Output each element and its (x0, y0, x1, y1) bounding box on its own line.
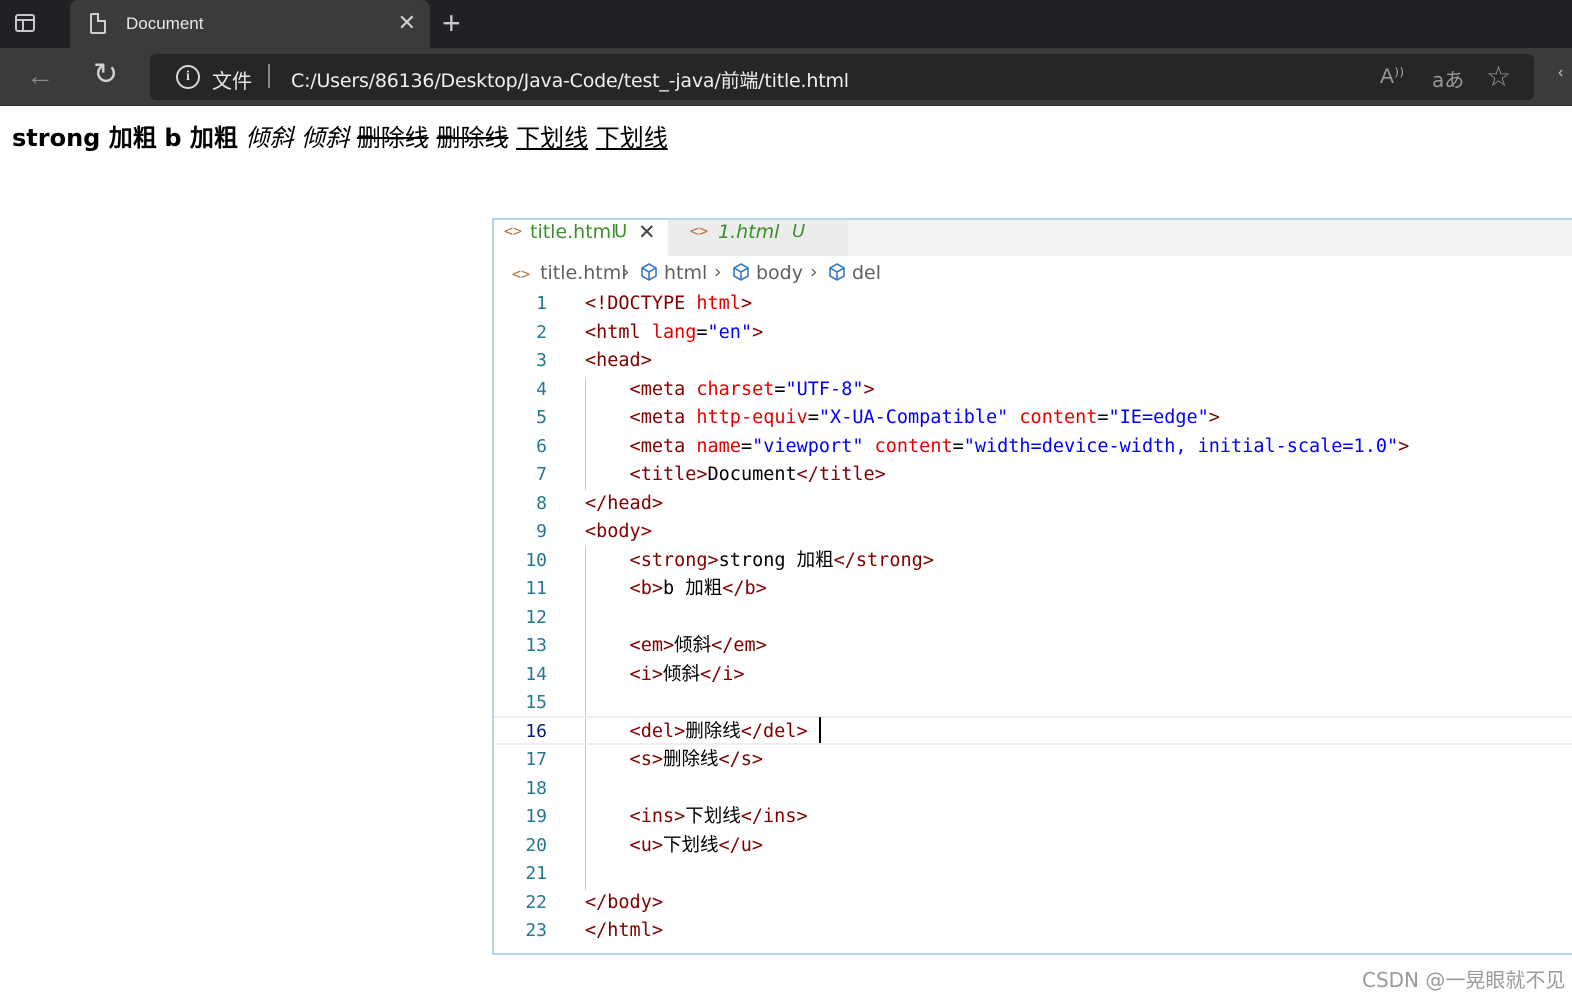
code-line: 4 <meta charset="UTF-8"> (536, 378, 875, 400)
back-arrow-icon[interactable]: ← (26, 62, 54, 90)
code-line: 12 (525, 606, 547, 628)
browser-tab-bar: Document ✕ + (0, 0, 1572, 48)
code-line: 5 <meta http-equiv="X-UA-Compatible" con… (536, 407, 1220, 428)
code-line: 20 <u>下划线</u> (525, 834, 764, 856)
breadcrumb-file[interactable]: <> title.html (512, 262, 627, 284)
browser-tab-document[interactable]: Document ✕ (70, 0, 430, 48)
code-line: 21 (525, 863, 547, 884)
rendered-i: 倾斜 (301, 124, 350, 152)
address-separator (268, 64, 270, 88)
breadcrumb: <> title.html › html › body › del (494, 256, 1572, 292)
code-line: 9 <body> (536, 521, 652, 542)
editor-tab-bar: <> title.html U ✕ <> 1.html U (494, 220, 1572, 256)
address-bar[interactable]: i 文件 C:/Users/86136/Desktop/Java-Code/te… (150, 54, 1534, 100)
breadcrumb-del[interactable]: del (828, 262, 881, 284)
file-scheme-label: 文件 (212, 69, 252, 93)
chevron-right-icon: › (714, 261, 722, 283)
breadcrumb-body[interactable]: body (732, 262, 803, 284)
text-cursor (819, 717, 821, 743)
read-aloud-icon[interactable]: A⁾⁾ (1380, 64, 1404, 89)
rendered-u: 下划线 (595, 124, 668, 152)
rendered-page-content: strong 加粗 b 加粗 倾斜 倾斜 删除线 删除线 下划线 下划线 (12, 118, 668, 153)
breadcrumb-html[interactable]: html (640, 262, 707, 284)
browser-toolbar: ← ↻ i 文件 C:/Users/86136/Desktop/Java-Cod… (0, 48, 1572, 106)
url-text[interactable]: C:/Users/86136/Desktop/Java-Code/test_-j… (291, 66, 849, 93)
rendered-b: b 加粗 (164, 124, 238, 152)
info-icon[interactable]: i (176, 65, 200, 89)
html-file-icon: <> (690, 222, 709, 240)
page-icon (90, 13, 106, 34)
rendered-strong: strong 加粗 (12, 124, 157, 152)
code-line: 17 <s>删除线</s> (525, 749, 764, 770)
code-line: 8 </head> (536, 492, 663, 514)
cube-icon (733, 263, 749, 281)
code-line: 10 <strong>strong 加粗</strong> (525, 549, 934, 571)
cube-icon (829, 263, 845, 281)
rendered-s: 删除线 (436, 124, 509, 152)
chevron-right-icon: › (810, 261, 818, 283)
chevron-left-icon[interactable]: ‹ (1558, 64, 1563, 82)
untracked-status: U (792, 221, 806, 242)
translate-icon[interactable]: aあ (1432, 64, 1464, 93)
code-line: 11 <b>b 加粗</b> (525, 578, 767, 599)
code-line: 7 <title>Document</title> (536, 464, 886, 485)
tab-title: Document (126, 14, 204, 33)
reload-icon[interactable]: ↻ (93, 60, 118, 90)
code-line: 6 <meta name="viewport" content="width=d… (536, 435, 1410, 457)
code-line: 3 <head> (536, 350, 652, 371)
code-line: 13 <em>倾斜</em> (525, 635, 767, 656)
editor-tab-name: 1.html (718, 221, 780, 243)
code-editor: <> title.html U ✕ <> 1.html U <> title.ht… (492, 218, 1572, 955)
chevron-right-icon: › (622, 261, 630, 283)
code-line: 1 <!DOCTYPE html> (536, 293, 753, 314)
rendered-em: 倾斜 (245, 124, 294, 152)
add-favorite-icon[interactable]: ☆ (1486, 60, 1511, 93)
code-line: 2 <html lang="en"> (536, 321, 764, 343)
tab-actions-icon[interactable] (14, 12, 38, 36)
code-line: 15 (525, 692, 547, 713)
watermark: CSDN @一晃眼就不见 (1362, 968, 1566, 992)
new-tab-icon[interactable]: + (442, 7, 461, 39)
html-file-icon: <> (504, 222, 523, 240)
code-line: 18 (525, 777, 547, 799)
cube-icon (641, 263, 657, 281)
editor-tab-title-html[interactable]: <> title.html U ✕ (494, 220, 668, 256)
code-line: 22 </body> (525, 891, 663, 913)
editor-tab-name: title.html (530, 221, 617, 243)
close-icon[interactable]: ✕ (638, 220, 656, 245)
code-line-current: 16 <del>删除线</del> (494, 716, 1572, 745)
rendered-ins: 下划线 (516, 124, 589, 152)
rendered-del: 删除线 (356, 124, 429, 152)
code-line: 23 </html> (525, 920, 663, 941)
untracked-status: U (614, 221, 628, 242)
editor-tab-1-html[interactable]: <> 1.html U (668, 220, 848, 256)
close-tab-icon[interactable]: ✕ (398, 12, 416, 34)
code-line: 14 <i>倾斜</i> (525, 663, 745, 685)
html-file-icon: <> (512, 265, 531, 283)
code-line: 19 <ins>下划线</ins> (525, 806, 808, 827)
